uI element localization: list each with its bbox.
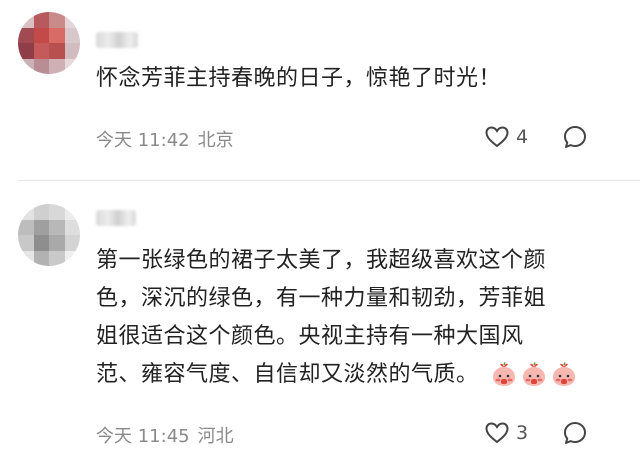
comment-bubble-icon[interactable] [562,420,588,446]
emoji-group [490,362,578,388]
shy-peach-emoji-icon [490,362,518,388]
comment-text: 第一张绿色的裙子太美了，我超级喜欢这个颜 色，深沉的绿色，有一种力量和韧劲，芳菲… [96,242,616,394]
comment-time: 今天 11:45 [96,426,190,447]
comment-text: 怀念芳菲主持春晚的日子，惊艳了时光！ [96,66,502,91]
comment-actions: 3 [484,420,588,446]
comment-time: 今天 11:42 [96,130,190,151]
shy-peach-emoji-icon [550,362,578,388]
username[interactable] [96,210,136,226]
avatar[interactable] [18,204,80,266]
comment-line-last: 范、雍容气度、自信却又淡然的气质。 [96,356,616,394]
divider [18,180,640,181]
comment-location: 河北 [197,426,234,447]
comment-bubble-icon[interactable] [562,124,588,150]
heart-icon[interactable] [484,125,510,149]
shy-peach-emoji-icon [520,362,548,388]
comment-meta: 今天 11:45 河北 [96,422,234,448]
like-count: 3 [516,422,529,444]
comment-item-2: 第一张绿色的裙子太美了，我超级喜欢这个颜 色，深沉的绿色，有一种力量和韧劲，芳菲… [0,196,640,472]
comment-line: 色，深沉的绿色，有一种力量和韧劲，芳菲姐 [96,286,547,311]
comment-location: 北京 [197,130,234,151]
avatar[interactable] [18,12,80,74]
comment-actions: 4 [484,124,588,150]
like-count: 4 [516,126,529,148]
heart-icon[interactable] [484,421,510,445]
username[interactable] [96,32,138,48]
comment-item-1: 怀念芳菲主持春晚的日子，惊艳了时光！ 今天 11:42 北京 4 [0,0,640,170]
comment-line: 姐很适合这个颜色。央视主持有一种大国风 [96,324,524,349]
comment-line: 第一张绿色的裙子太美了，我超级喜欢这个颜 [96,248,547,273]
comment-meta: 今天 11:42 北京 [96,126,234,152]
